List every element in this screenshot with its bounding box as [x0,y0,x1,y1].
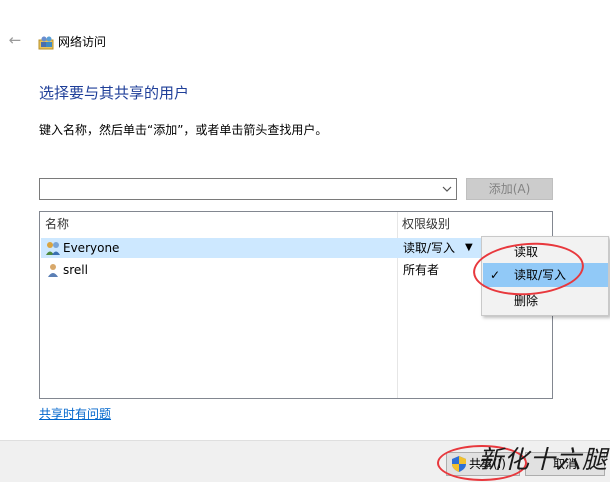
add-button[interactable]: 添加(A) [466,178,553,200]
page-heading: 选择要与其共享的用户 [39,84,190,102]
back-arrow-icon[interactable]: ← [6,31,24,49]
instruction-text: 键入名称，然后单击“添加”，或者单击箭头查找用户。 [39,123,328,137]
sharing-help-link[interactable]: 共享时有问题 [39,406,111,422]
network-users-icon [38,36,54,50]
list-item[interactable]: Everyone 读取/写入 ▼ [41,238,552,258]
group-users-icon [46,242,60,255]
permission-value: 所有者 [403,263,440,277]
column-header-permission[interactable]: 权限级别 [402,212,450,236]
watermark: 新化十六腿 [478,445,609,474]
dropdown-arrow-icon[interactable]: ▼ [465,238,473,258]
user-icon [48,264,58,277]
user-name: Everyone [63,241,120,255]
user-name-input[interactable] [42,180,438,200]
permission-value[interactable]: 读取/写入 [403,238,455,258]
window-title: 网络访问 [58,35,107,49]
users-list[interactable]: 名称 权限级别 Everyone 读取/写入 ▼ srell 所有者 [39,211,553,399]
chevron-down-icon[interactable] [441,182,453,196]
user-combo-box[interactable] [39,178,457,200]
column-header-name[interactable]: 名称 [45,212,69,236]
user-name: srell [63,263,88,277]
